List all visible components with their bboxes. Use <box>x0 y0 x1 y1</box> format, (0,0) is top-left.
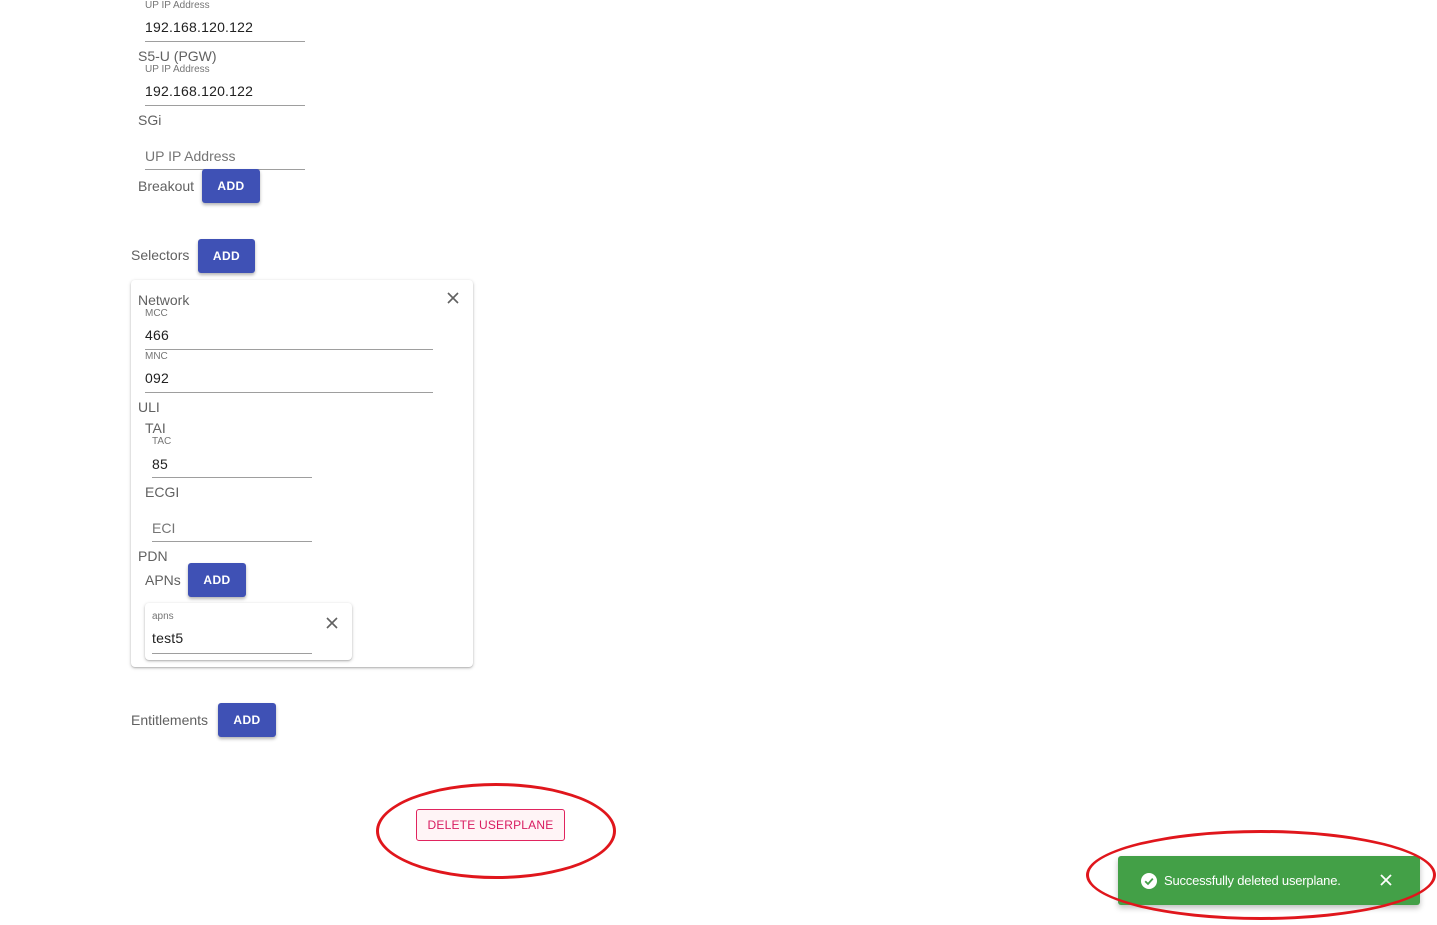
mnc-input[interactable]: 092 <box>145 370 169 386</box>
mnc-caption: MNC <box>145 351 168 362</box>
close-icon[interactable] <box>324 615 340 631</box>
tai-heading: TAI <box>145 420 166 436</box>
breakout-add-button[interactable]: ADD <box>202 169 260 203</box>
s5u-sgw-underline <box>145 41 305 42</box>
delete-userplane-button[interactable]: DELETE USERPLANE <box>416 809 565 841</box>
entitlements-add-button[interactable]: ADD <box>218 703 276 737</box>
tac-underline <box>152 477 312 478</box>
apn-input[interactable]: test5 <box>152 630 183 646</box>
close-icon[interactable] <box>1379 873 1393 887</box>
entitlements-label: Entitlements <box>131 712 209 728</box>
s5u-pgw-heading: S5-U (PGW) <box>138 48 217 64</box>
s5u-pgw-ip-input[interactable]: 192.168.120.122 <box>145 83 253 99</box>
mcc-underline <box>145 349 433 350</box>
network-heading: Network <box>138 292 190 308</box>
success-toast: Successfully deleted userplane. <box>1118 856 1420 905</box>
apns-label: APNs <box>145 572 181 588</box>
selectors-add-button[interactable]: ADD <box>198 239 255 273</box>
s5u-pgw-underline <box>145 105 305 106</box>
s5u-sgw-ip-input[interactable]: 192.168.120.122 <box>145 19 253 35</box>
apn-underline <box>152 653 312 654</box>
eci-underline <box>152 541 312 542</box>
tac-caption: TAC <box>152 436 172 447</box>
uli-heading: ULI <box>138 399 160 415</box>
tac-input[interactable]: 85 <box>152 456 168 472</box>
mnc-underline <box>145 392 433 393</box>
selectors-label: Selectors <box>131 247 190 263</box>
sgi-ip-input[interactable]: UP IP Address <box>145 148 236 164</box>
apn-caption: apns <box>152 611 174 622</box>
sgi-heading: SGi <box>138 112 162 128</box>
ecgi-heading: ECGI <box>145 484 180 500</box>
close-icon[interactable] <box>445 290 461 306</box>
pdn-heading: PDN <box>138 548 168 564</box>
mcc-input[interactable]: 466 <box>145 327 169 343</box>
apns-add-button[interactable]: ADD <box>188 563 246 597</box>
toast-message: Successfully deleted userplane. <box>1164 873 1341 888</box>
check-circle-icon <box>1141 873 1157 889</box>
eci-input[interactable]: ECI <box>152 520 175 536</box>
s5u-pgw-caption: UP IP Address <box>145 64 210 75</box>
s5u-sgw-caption: UP IP Address <box>145 0 210 11</box>
mcc-caption: MCC <box>145 308 168 319</box>
breakout-label: Breakout <box>138 178 195 194</box>
